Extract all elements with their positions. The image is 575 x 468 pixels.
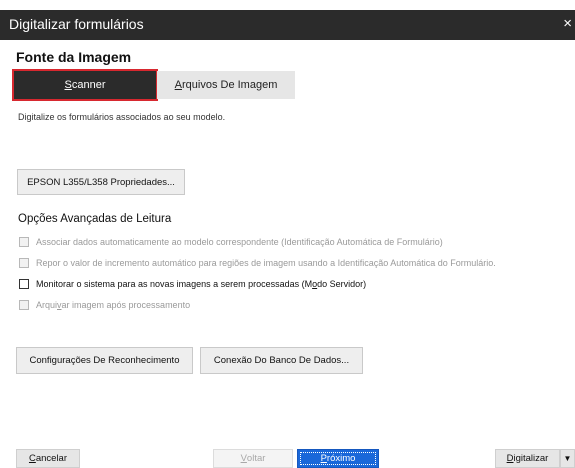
- chevron-down-icon: ▼: [563, 454, 572, 463]
- tab-scanner[interactable]: Scanner: [12, 69, 158, 101]
- scan-accel: D: [506, 453, 514, 464]
- title-bar: Digitalizar formulários ×: [0, 10, 575, 40]
- advanced-options-heading: Opções Avançadas de Leitura: [18, 213, 172, 225]
- close-icon[interactable]: ×: [563, 15, 572, 33]
- option-label: Associar dados automaticamente ao modelo…: [36, 237, 443, 247]
- next-button[interactable]: Próximo: [297, 449, 379, 468]
- cancel-accel: C: [28, 453, 36, 464]
- image-source-heading: Fonte da Imagem: [16, 49, 132, 65]
- scan-dropdown-button[interactable]: ▼: [560, 449, 575, 468]
- back-button[interactable]: Voltar: [213, 449, 293, 468]
- checkbox[interactable]: [19, 279, 29, 289]
- reset-increment-option[interactable]: Repor o valor de incremento automático p…: [19, 256, 496, 270]
- server-mode-option[interactable]: Monitorar o sistema para as novas imagen…: [19, 277, 366, 291]
- checkbox[interactable]: [19, 300, 29, 310]
- archive-image-option[interactable]: Arquivar imagem após processamento: [19, 298, 190, 312]
- cancel-button[interactable]: Cancelar: [16, 449, 80, 468]
- scan-label: igitalizar: [513, 453, 549, 464]
- option-label: Repor o valor de incremento automático p…: [36, 258, 496, 268]
- auto-form-id-option[interactable]: Associar dados automaticamente ao modelo…: [19, 235, 443, 249]
- recognition-settings-button[interactable]: Configurações De Reconhecimento: [16, 347, 193, 374]
- option-label: Arquivar imagem após processamento: [36, 300, 190, 310]
- tab-image-files-accel: A: [174, 79, 182, 91]
- checkbox[interactable]: [19, 237, 29, 247]
- tab-image-files[interactable]: Arquivos De Imagem: [157, 71, 295, 99]
- back-label: oltar: [246, 453, 266, 464]
- scanner-properties-button[interactable]: EPSON L355/L358 Propriedades...: [17, 169, 185, 195]
- option-label-post: do Servidor): [317, 279, 367, 289]
- checkbox[interactable]: [19, 258, 29, 268]
- tab-image-files-label: rquivos De Imagem: [181, 79, 278, 91]
- scan-button[interactable]: Digitalizar: [495, 449, 560, 468]
- tab-scanner-accel: S: [64, 79, 72, 91]
- tab-scanner-label: canner: [71, 79, 106, 91]
- option-label-pre: Arqui: [36, 300, 58, 310]
- window-title: Digitalizar formulários: [9, 16, 144, 32]
- next-label: róximo: [326, 453, 356, 464]
- option-label: Monitorar o sistema para as novas imagen…: [36, 279, 366, 289]
- cancel-label: ancelar: [35, 453, 68, 464]
- option-label-pre: Monitorar o sistema para as novas imagen…: [36, 279, 313, 289]
- source-description: Digitalize os formulários associados ao …: [18, 112, 226, 122]
- database-connection-button[interactable]: Conexão Do Banco De Dados...: [200, 347, 363, 374]
- option-label-post: ar imagem após processamento: [61, 300, 191, 310]
